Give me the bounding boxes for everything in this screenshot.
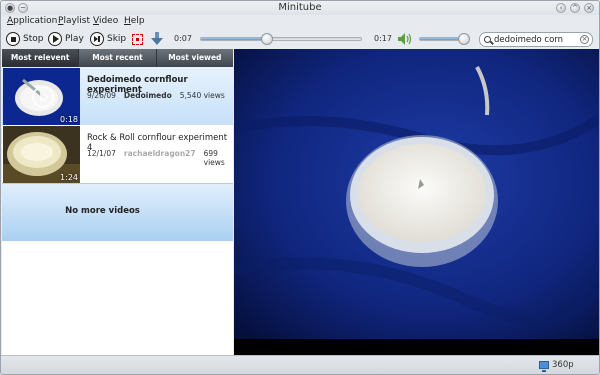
- stop-button[interactable]: Stop: [6, 31, 43, 47]
- quality-label[interactable]: 360p: [552, 360, 574, 370]
- skip-icon: [90, 32, 104, 46]
- title-bar: ● ~ Minitube ‹ ^ ×: [1, 1, 599, 15]
- search-input[interactable]: [494, 34, 578, 45]
- search-icon: [484, 36, 491, 43]
- fullscreen-icon[interactable]: [132, 34, 143, 45]
- video-frame: [234, 49, 599, 355]
- play-button[interactable]: Play: [48, 31, 84, 47]
- close-icon[interactable]: ×: [584, 3, 594, 13]
- list-item[interactable]: 1:24 Rock & Roll cornflour experiment 4 …: [2, 125, 233, 183]
- seek-handle[interactable]: [261, 33, 273, 45]
- tab-most-recent[interactable]: Most recent: [79, 49, 157, 67]
- video-duration: 0:18: [60, 115, 78, 124]
- seek-progress: [201, 38, 267, 40]
- sort-tabs: Most relevent Most recent Most viewed: [2, 49, 233, 67]
- no-more-videos: No more videos: [2, 183, 233, 241]
- tab-most-relevant[interactable]: Most relevent: [2, 49, 80, 67]
- video-thumbnail: 0:18: [3, 68, 80, 125]
- total-duration: 0:17: [374, 34, 392, 43]
- monitor-icon: [539, 361, 549, 372]
- menu-video[interactable]: Video: [93, 16, 118, 26]
- menu-bar: Application Playlist Video Help: [1, 15, 599, 29]
- search-box: ×: [479, 32, 593, 47]
- stop-icon: [6, 32, 20, 46]
- video-views: 699 views: [203, 149, 225, 167]
- volume-slider[interactable]: [419, 33, 470, 45]
- app-window: ● ~ Minitube ‹ ^ × Application Playlist …: [0, 0, 600, 375]
- minimize-icon[interactable]: ‹: [556, 3, 566, 13]
- toolbar: Stop Play Skip 0:07 0:17 dedoimedo corn …: [1, 29, 599, 49]
- video-date: 12/1/07: [87, 149, 116, 158]
- menu-application[interactable]: Application: [7, 16, 57, 26]
- list-item[interactable]: 0:18 Dedoimedo cornflour experiment 9/26…: [2, 67, 233, 125]
- video-author[interactable]: Dedoimedo: [124, 91, 172, 100]
- video-player[interactable]: [234, 49, 599, 355]
- video-meta: 12/1/07 rachaeldragon27 699 views: [87, 149, 233, 167]
- clear-search-icon[interactable]: ×: [580, 35, 589, 44]
- video-author[interactable]: rachaeldragon27: [124, 149, 196, 167]
- video-views: 5,540 views: [179, 91, 225, 100]
- menu-playlist[interactable]: Playlist: [58, 16, 90, 26]
- menu-help[interactable]: Help: [124, 16, 145, 26]
- volume-icon[interactable]: [398, 33, 412, 45]
- download-icon[interactable]: [151, 32, 163, 46]
- window-title: Minitube: [278, 2, 322, 13]
- elapsed-time: 0:07: [174, 34, 192, 43]
- video-date: 9/26/09: [87, 91, 116, 100]
- tab-most-viewed[interactable]: Most viewed: [157, 49, 233, 67]
- volume-handle[interactable]: [458, 33, 470, 45]
- video-meta: 9/26/09 Dedoimedo 5,540 views: [87, 91, 225, 100]
- play-icon: [48, 32, 62, 46]
- seek-slider[interactable]: [200, 33, 362, 45]
- skip-button[interactable]: Skip: [90, 31, 126, 47]
- maximize-icon[interactable]: ^: [570, 3, 580, 13]
- playlist-panel: Most relevent Most recent Most viewed 0:…: [2, 49, 233, 355]
- video-thumbnail: 1:24: [3, 126, 80, 183]
- status-bar: 360p: [1, 355, 599, 374]
- video-duration: 1:24: [60, 173, 78, 182]
